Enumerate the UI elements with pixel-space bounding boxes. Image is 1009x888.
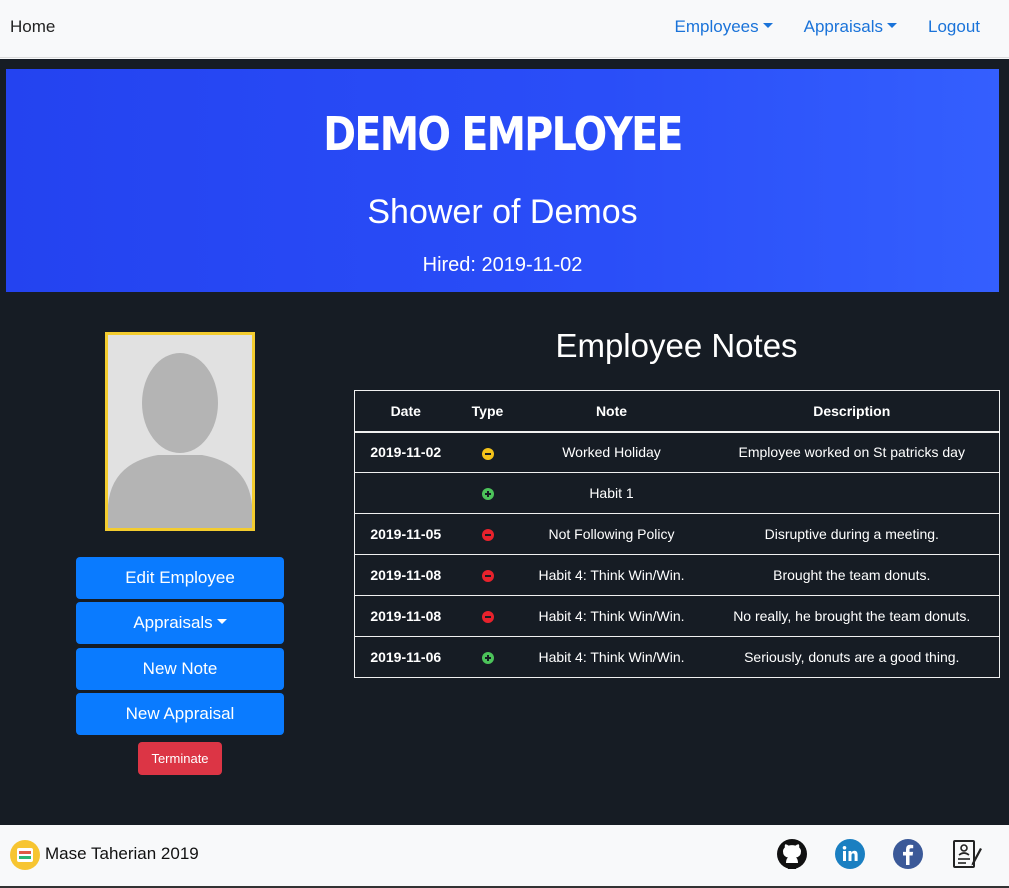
github-icon[interactable] [776, 838, 808, 870]
caret-down-icon [887, 23, 897, 28]
main-content: Demo Employee Shower of Demos Hired: 201… [0, 59, 1009, 825]
new-appraisal-button[interactable]: New Appraisal [76, 693, 284, 735]
table-row[interactable]: 2019-11-05 Not Following Policy Disrupti… [354, 513, 1000, 555]
employee-job-title: Shower of Demos [367, 193, 638, 231]
avatar-placeholder-icon [108, 335, 252, 528]
table-row[interactable]: 2019-11-02 Worked Holiday Employee worke… [354, 431, 1000, 473]
new-note-button[interactable]: New Note [76, 648, 284, 690]
notes-title: Employee Notes [555, 327, 798, 364]
linkedin-icon[interactable] [834, 838, 866, 870]
note-description: Employee worked on St patricks day [704, 431, 1000, 473]
note-description: Brought the team donuts. [704, 554, 1000, 596]
top-navbar: Home Employees Appraisals Logout [0, 0, 1009, 58]
nav-employees-dropdown[interactable]: Employees [675, 17, 773, 37]
nav-employees-label: Employees [674, 17, 759, 36]
nav-home-link[interactable]: Home [10, 17, 55, 37]
note-title: Habit 4: Think Win/Win. [518, 595, 705, 637]
nav-right-menu: Employees Appraisals Logout [644, 17, 980, 37]
table-row[interactable]: 2019-11-08 Habit 4: Think Win/Win. No re… [354, 595, 1000, 637]
minus-circle-icon [481, 529, 494, 542]
table-row[interactable]: 2019-11-06 Habit 4: Think Win/Win. Serio… [354, 636, 1000, 678]
nav-appraisals-label: Appraisals [803, 17, 883, 36]
note-title: Habit 4: Think Win/Win. [518, 554, 705, 596]
table-row[interactable]: Habit 1 [354, 472, 1000, 514]
note-type-cell [456, 472, 519, 514]
footer: Mase Taherian 2019 [0, 825, 1009, 888]
appraisals-button-label: Appraisals [133, 613, 213, 632]
note-type-cell [456, 431, 519, 473]
resume-icon[interactable] [950, 838, 982, 870]
note-date: 2019-11-02 [354, 431, 457, 473]
note-date [354, 472, 457, 514]
edit-employee-button[interactable]: Edit Employee [76, 557, 284, 599]
minus-circle-icon [481, 570, 494, 583]
column-header-note: Note [518, 390, 705, 433]
note-date: 2019-11-08 [354, 554, 457, 596]
appraisals-dropdown-button[interactable]: Appraisals [76, 602, 284, 644]
note-type-cell [456, 513, 519, 555]
table-row[interactable]: 2019-11-08 Habit 4: Think Win/Win. Broug… [354, 554, 1000, 596]
plus-circle-icon [481, 488, 494, 501]
note-type-cell [456, 636, 519, 678]
footer-copyright: Mase Taherian 2019 [45, 844, 199, 863]
note-description: No really, he brought the team donuts. [704, 595, 1000, 637]
employee-banner: Demo Employee Shower of Demos Hired: 201… [6, 69, 999, 292]
column-header-date: Date [354, 390, 457, 433]
caret-down-icon [762, 23, 773, 28]
note-description [704, 472, 1000, 514]
note-type-cell [456, 554, 519, 596]
minus-circle-icon [481, 611, 494, 624]
note-date: 2019-11-05 [354, 513, 457, 555]
note-title: Not Following Policy [518, 513, 705, 555]
note-title: Habit 1 [518, 472, 705, 514]
column-header-description: Description [704, 390, 1000, 433]
note-date: 2019-11-06 [354, 636, 457, 678]
note-description: Seriously, donuts are a good thing. [704, 636, 1000, 678]
note-title: Worked Holiday [518, 431, 705, 473]
note-title: Habit 4: Think Win/Win. [518, 636, 705, 678]
nav-appraisals-dropdown[interactable]: Appraisals [804, 17, 897, 37]
employee-name: Demo Employee [323, 107, 683, 161]
nav-logout-link[interactable]: Logout [928, 17, 980, 37]
note-type-cell [456, 595, 519, 637]
table-header-row: Date Type Note Description [354, 390, 1000, 433]
employee-avatar [105, 332, 255, 531]
plus-circle-icon [481, 652, 494, 665]
caret-down-icon [216, 619, 227, 624]
notes-table: Date Type Note Description 2019-11-02 Wo… [354, 390, 1000, 678]
app-logo-icon [10, 840, 40, 870]
note-description: Disruptive during a meeting. [704, 513, 1000, 555]
column-header-type: Type [456, 390, 519, 433]
employee-hired-date: Hired: 2019-11-02 [422, 254, 583, 276]
minus-circle-icon [481, 447, 494, 460]
facebook-icon[interactable] [892, 838, 924, 870]
terminate-button[interactable]: Terminate [138, 742, 222, 775]
note-date: 2019-11-08 [354, 595, 457, 637]
